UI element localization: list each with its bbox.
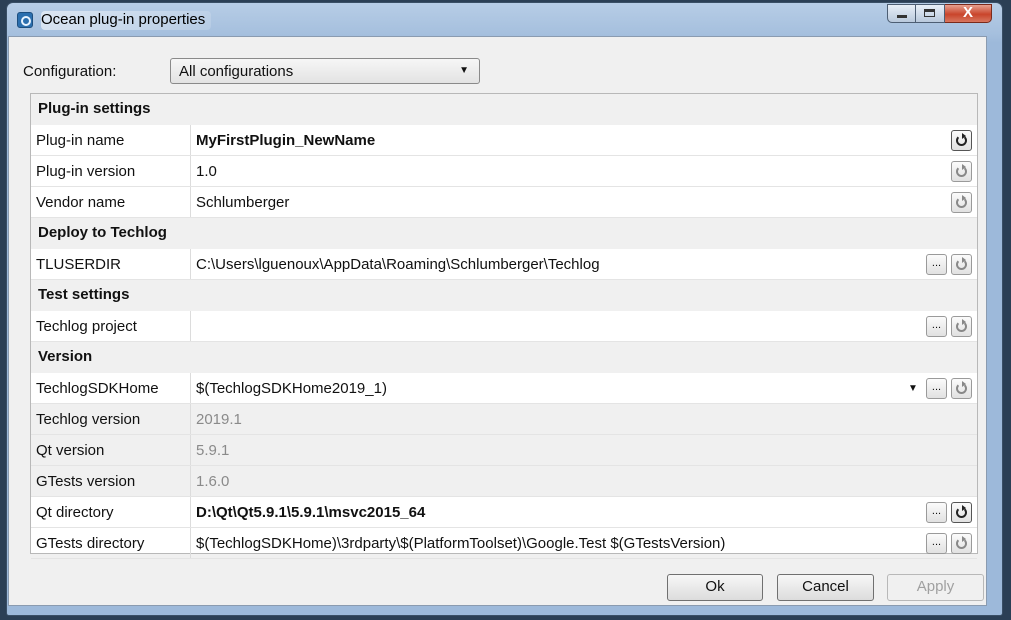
configuration-label: Configuration: [23, 63, 117, 80]
property-name: Techlog project [36, 318, 137, 335]
browse-button[interactable]: ... [926, 533, 947, 554]
reset-button[interactable] [951, 254, 972, 275]
title-bar[interactable]: Ocean plug-in properties X [7, 3, 1002, 37]
property-row-techlog-version: Techlog version 2019.1 [31, 404, 977, 435]
property-name: Techlog version [36, 411, 141, 428]
reset-button[interactable] [951, 192, 972, 213]
property-name: TechlogSDKHome [36, 380, 159, 397]
property-name: Qt version [36, 442, 105, 459]
apply-button[interactable]: Apply [887, 574, 984, 601]
property-name: Plug-in version [36, 163, 136, 180]
reset-button[interactable] [951, 316, 972, 337]
category-label: Version [38, 348, 93, 365]
reset-button[interactable] [951, 533, 972, 554]
ellipsis-icon: ... [931, 536, 942, 548]
minimize-button[interactable] [887, 4, 916, 23]
property-row-plugin-version[interactable]: Plug-in version 1.0 [31, 156, 977, 187]
property-name: Qt directory [36, 504, 114, 521]
category-label: Test settings [38, 286, 130, 303]
property-name: TLUSERDIR [36, 256, 122, 273]
property-row-gtests-directory[interactable]: GTests directory $(TechlogSDKHome)\3rdpa… [31, 528, 977, 559]
ok-button[interactable]: Ok [667, 574, 763, 601]
property-row-gtests-version: GTests version 1.6.0 [31, 466, 977, 497]
property-row-plugin-name[interactable]: Plug-in name MyFirstPlugin_NewName [31, 125, 977, 156]
ellipsis-icon: ... [931, 505, 942, 517]
property-value[interactable]: MyFirstPlugin_NewName [196, 132, 375, 149]
browse-button[interactable]: ... [926, 316, 947, 337]
configuration-select[interactable]: All configurations ▼ [170, 58, 480, 84]
close-button[interactable]: X [945, 4, 992, 23]
property-row-vendor-name[interactable]: Vendor name Schlumberger [31, 187, 977, 218]
browse-button[interactable]: ... [926, 254, 947, 275]
ocean-app-icon [17, 12, 33, 28]
ellipsis-icon: ... [931, 257, 942, 269]
property-value[interactable]: Schlumberger [196, 194, 289, 211]
reset-button[interactable] [951, 161, 972, 182]
browse-button[interactable]: ... [926, 502, 947, 523]
property-value[interactable]: C:\Users\lguenoux\AppData\Roaming\Schlum… [196, 256, 600, 273]
configuration-select-value: All configurations [179, 63, 294, 80]
ellipsis-icon: ... [931, 319, 942, 331]
reset-button[interactable] [951, 378, 972, 399]
ellipsis-icon: ... [931, 381, 942, 393]
window-title: Ocean plug-in properties [41, 11, 212, 30]
browse-button[interactable]: ... [926, 378, 947, 399]
property-value[interactable]: $(TechlogSDKHome)\3rdparty\$(PlatformToo… [196, 535, 725, 552]
property-name: GTests version [36, 473, 136, 490]
caption-buttons: X [887, 4, 992, 23]
chevron-down-icon: ▼ [459, 65, 469, 76]
reset-button[interactable] [951, 502, 972, 523]
property-value: 2019.1 [196, 411, 242, 428]
property-row-techlog-project[interactable]: Techlog project ... [31, 311, 977, 342]
property-row-qt-directory[interactable]: Qt directory D:\Qt\Qt5.9.1\5.9.1\msvc201… [31, 497, 977, 528]
category-version[interactable]: Version [31, 342, 977, 373]
property-value[interactable]: D:\Qt\Qt5.9.1\5.9.1\msvc2015_64 [196, 504, 425, 521]
reset-button[interactable] [951, 130, 972, 151]
maximize-button[interactable] [916, 4, 945, 23]
property-name: GTests directory [36, 535, 145, 552]
property-value: 1.6.0 [196, 473, 230, 490]
property-row-sdk-home[interactable]: TechlogSDKHome $(TechlogSDKHome2019_1) ▼… [31, 373, 977, 404]
property-row-tluserdir[interactable]: TLUSERDIR C:\Users\lguenoux\AppData\Roam… [31, 249, 977, 280]
category-label: Plug-in settings [38, 100, 151, 117]
property-value[interactable]: $(TechlogSDKHome2019_1) [196, 380, 387, 397]
category-test-settings[interactable]: Test settings [31, 280, 977, 311]
cancel-button[interactable]: Cancel [777, 574, 874, 601]
property-value[interactable]: 1.0 [196, 163, 217, 180]
property-grid: Plug-in settings Plug-in name MyFirstPlu… [30, 93, 978, 559]
property-name: Plug-in name [36, 132, 125, 149]
category-deploy[interactable]: Deploy to Techlog [31, 218, 977, 249]
category-label: Deploy to Techlog [38, 224, 167, 241]
property-name: Vendor name [36, 194, 126, 211]
chevron-down-icon[interactable]: ▼ [908, 383, 918, 394]
property-row-qt-version: Qt version 5.9.1 [31, 435, 977, 466]
property-value: 5.9.1 [196, 442, 230, 459]
category-plugin-settings[interactable]: Plug-in settings [31, 94, 977, 125]
close-icon: X [962, 4, 973, 21]
minimize-icon [897, 15, 907, 18]
maximize-icon [924, 9, 935, 17]
